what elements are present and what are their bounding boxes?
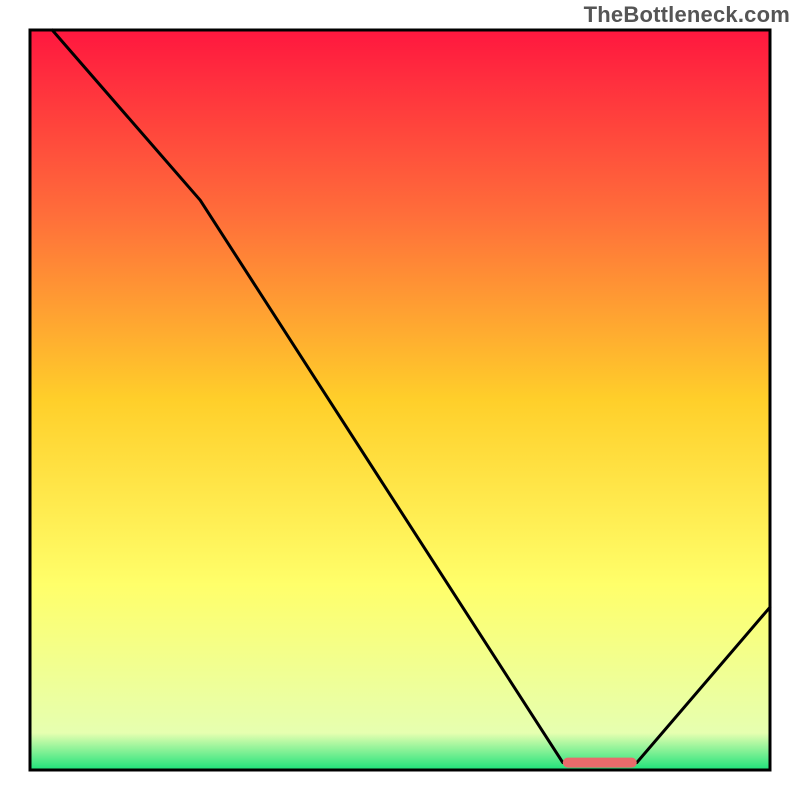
chart-frame: TheBottleneck.com [0, 0, 800, 800]
plot-background [30, 30, 770, 770]
optimal-range-marker [563, 758, 637, 768]
chart-svg [0, 0, 800, 800]
watermark-text: TheBottleneck.com [584, 2, 790, 28]
plot-area [30, 30, 770, 770]
